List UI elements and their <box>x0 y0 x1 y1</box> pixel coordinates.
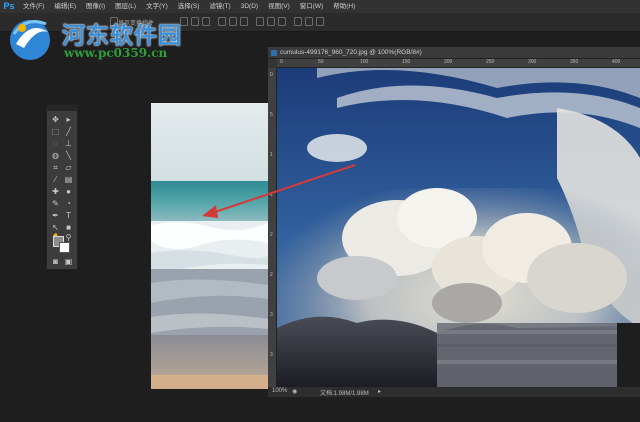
ruler-h-mark: 50 <box>318 59 324 65</box>
ruler-h-mark: 200 <box>444 59 453 65</box>
tools-panel-header[interactable] <box>47 105 77 111</box>
cloud-image <box>277 68 640 387</box>
menu-select[interactable]: 选择(S) <box>173 0 205 13</box>
menu-edit[interactable]: 编辑(E) <box>49 0 81 13</box>
align-bottom-button[interactable] <box>202 17 210 26</box>
menu-layer[interactable]: 图层(L) <box>110 0 141 13</box>
path-select-tool-icon[interactable]: ↖ <box>51 223 60 232</box>
workspace-bottom <box>0 397 640 422</box>
cloud-document-title: cumulus-499176_960_720.jpg @ 100%(RGB/8#… <box>280 49 422 56</box>
eyedropper-tool-icon[interactable]: ⁄ <box>51 175 60 184</box>
type-tool-icon[interactable]: T <box>64 211 73 220</box>
document-icon <box>271 50 277 56</box>
ruler-v-mark: 3 <box>270 312 273 318</box>
ruler-v-mark: 2 <box>270 272 273 278</box>
beach-document-canvas[interactable] <box>151 103 268 389</box>
menu-filter[interactable]: 滤镜(T) <box>204 0 235 13</box>
shape-tool-icon[interactable]: ■ <box>64 223 73 232</box>
eraser-tool-icon[interactable]: ▱ <box>64 163 73 172</box>
distribute-hcenter-button[interactable] <box>305 17 313 26</box>
watermark-logo-icon <box>10 20 50 60</box>
ruler-h-mark: 300 <box>528 59 537 65</box>
lasso-tool-icon[interactable]: ◌ <box>51 139 60 148</box>
cloud-document-tab[interactable]: cumulus-499176_960_720.jpg @ 100%(RGB/8#… <box>268 47 640 59</box>
brush-small-icon[interactable]: ╱ <box>64 127 73 136</box>
quick-select-tool-icon[interactable]: ◍ <box>51 151 60 160</box>
cloud-document-canvas[interactable] <box>277 68 640 387</box>
menu-view[interactable]: 视图(V) <box>263 0 295 13</box>
menu-file[interactable]: 文件(F) <box>18 0 49 13</box>
background-color-swatch[interactable] <box>59 242 70 253</box>
distribute-left-button[interactable] <box>294 17 302 26</box>
ruler-h-mark: 250 <box>486 59 495 65</box>
ruler-h-mark: 100 <box>360 59 369 65</box>
ruler-v-mark: 0 <box>270 72 273 78</box>
distribute-vcenter-button[interactable] <box>267 17 275 26</box>
distribute-top-button[interactable] <box>256 17 264 26</box>
horizontal-ruler[interactable]: 0 50 100 150 200 250 300 350 400 <box>268 59 640 68</box>
ruler-h-mark: 0 <box>280 59 283 65</box>
status-bar: 100% ◉ 文档:1.98M/1.98M ▸ <box>268 387 640 397</box>
ruler-h-mark: 400 <box>612 59 621 65</box>
ruler-h-mark: 350 <box>570 59 579 65</box>
ruler-v-mark: 3 <box>270 352 273 358</box>
distribute-bottom-button[interactable] <box>278 17 286 26</box>
document-size-info: 文档:1.98M/1.98M <box>320 391 369 397</box>
history-brush-icon[interactable]: ╲ <box>64 151 73 160</box>
artboard-tool-icon[interactable]: ▸ <box>64 115 73 124</box>
photoshop-logo: Ps <box>3 1 15 11</box>
menu-3d[interactable]: 3D(D) <box>236 0 263 13</box>
align-right-button[interactable] <box>240 17 248 26</box>
menu-image[interactable]: 图像(I) <box>81 0 110 13</box>
align-hcenter-button[interactable] <box>229 17 237 26</box>
crop-tool-icon[interactable]: ⌗ <box>51 163 60 172</box>
beach-image <box>151 103 268 389</box>
move-tool-icon[interactable]: ✥ <box>51 115 60 124</box>
menu-type[interactable]: 文字(Y) <box>141 0 173 13</box>
menu-bar: Ps 文件(F) 编辑(E) 图像(I) 图层(L) 文字(Y) 选择(S) 滤… <box>0 0 640 13</box>
quick-mask-icon[interactable]: ◙ <box>51 257 60 266</box>
stamp-tool-icon[interactable]: ⊥ <box>64 139 73 148</box>
align-left-button[interactable] <box>218 17 226 26</box>
vertical-ruler[interactable]: 0 5 1 1 2 2 3 3 <box>268 68 277 387</box>
ruler-v-mark: 2 <box>270 232 273 238</box>
ruler-h-mark: 150 <box>402 59 411 65</box>
tools-panel: ✥ ▸ ⬚ ╱ ◌ ⊥ ◍ ╲ ⌗ ▱ ⁄ ▤ ✚ ● ✎ ◔ ✒ T ↖ ■ … <box>46 104 78 270</box>
brush-tool-icon[interactable]: ✎ <box>51 199 60 208</box>
zoom-level[interactable]: 100% <box>272 388 287 394</box>
screen-mode-icon[interactable]: ▣ <box>64 257 73 266</box>
healing-tool-icon[interactable]: ✚ <box>51 187 60 196</box>
dodge-tool-icon[interactable]: ◔ <box>64 199 73 208</box>
ruler-v-mark: 5 <box>270 112 273 118</box>
zoom-tool-icon[interactable]: ⚲ <box>64 233 73 242</box>
pen-tool-icon[interactable]: ✒ <box>51 211 60 220</box>
blur-tool-icon[interactable]: ● <box>64 187 73 196</box>
menu-window[interactable]: 窗口(W) <box>295 0 328 13</box>
ruler-v-mark: 1 <box>270 152 273 158</box>
ruler-v-mark: 1 <box>270 192 273 198</box>
menu-help[interactable]: 帮助(H) <box>328 0 360 13</box>
status-menu-arrow-icon[interactable]: ▸ <box>378 388 381 395</box>
gradient-tool-icon[interactable]: ▤ <box>64 175 73 184</box>
distribute-right-button[interactable] <box>316 17 324 26</box>
align-vcenter-button[interactable] <box>191 17 199 26</box>
watermark-url: www.pc0359.cn <box>64 46 168 60</box>
ruler-corner[interactable] <box>268 59 277 68</box>
watermark-title: 河东软件园 <box>62 23 182 49</box>
status-settings-icon[interactable]: ◉ <box>292 388 297 395</box>
marquee-tool-icon[interactable]: ⬚ <box>51 127 60 136</box>
